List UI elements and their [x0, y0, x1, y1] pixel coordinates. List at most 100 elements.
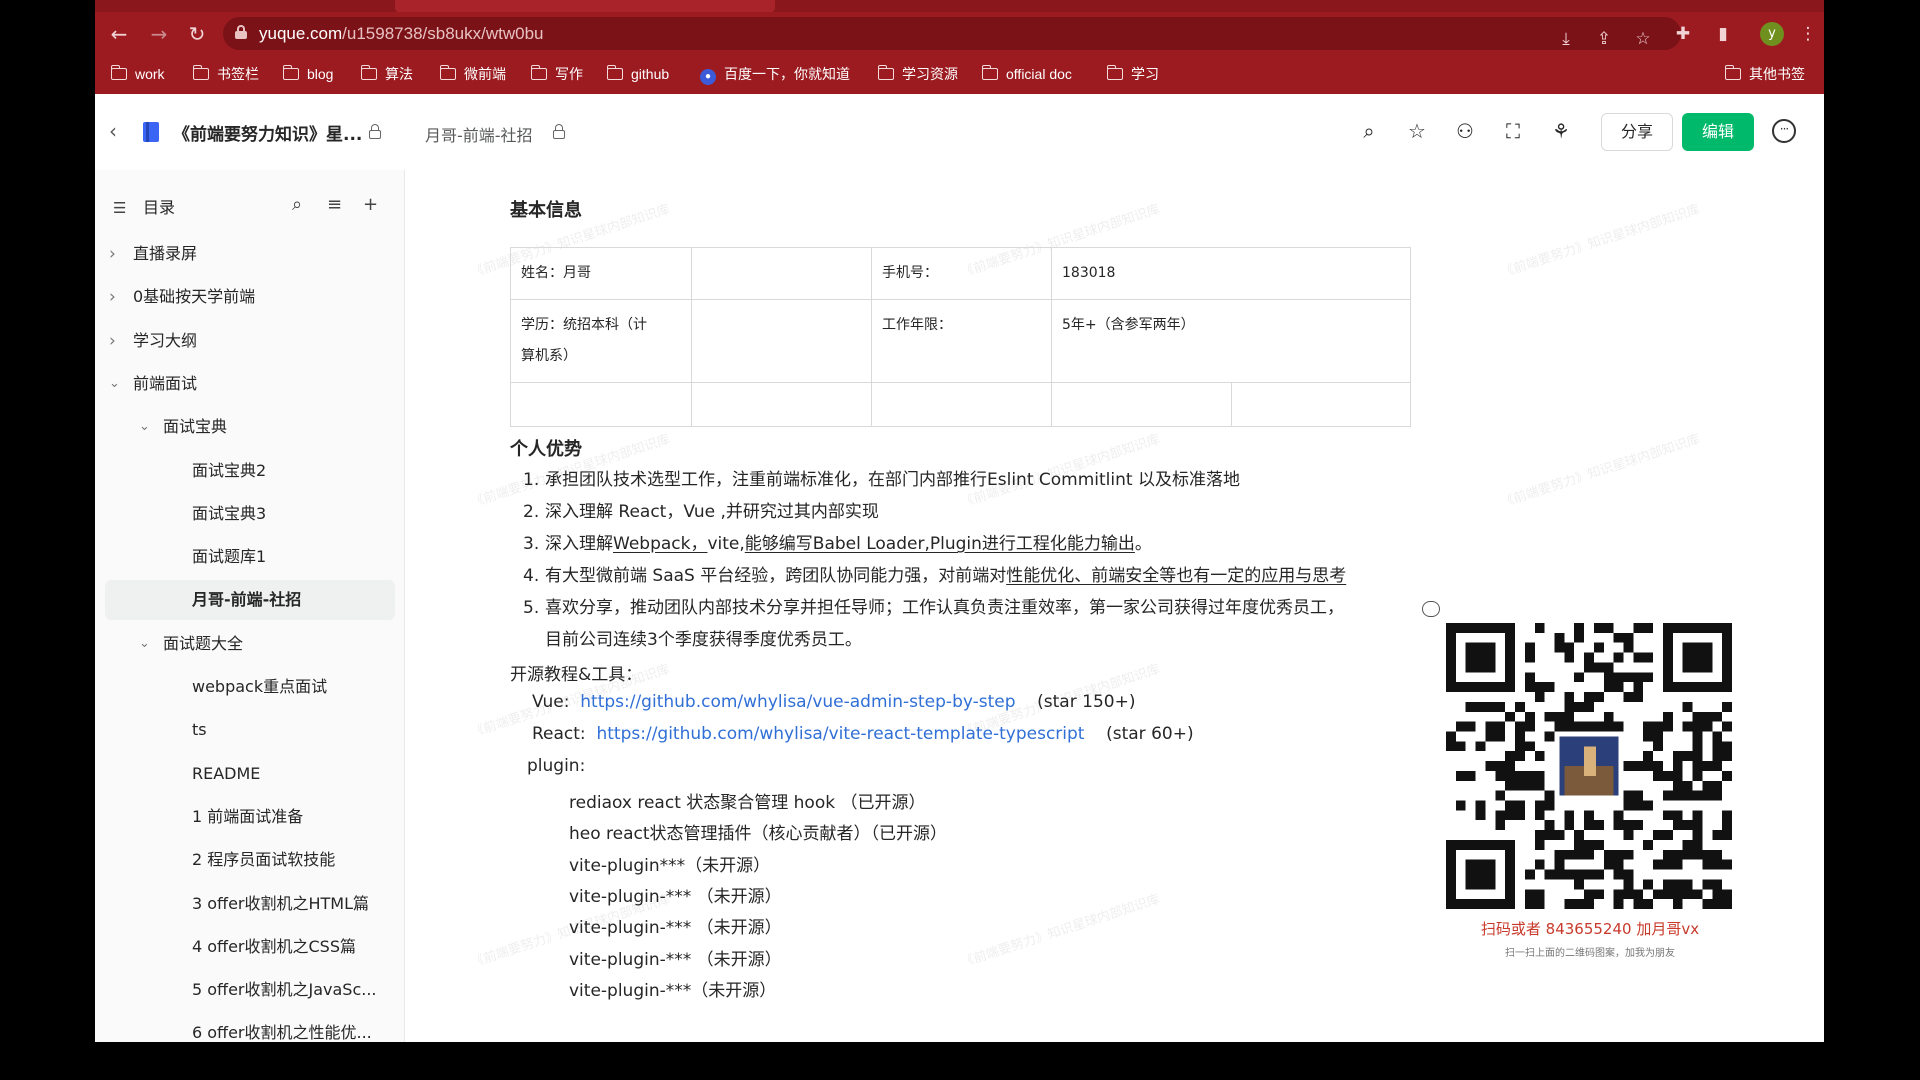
- toc-item[interactable]: ⌄ 面试题大全: [105, 624, 395, 664]
- comment-icon[interactable]: [1422, 601, 1440, 617]
- baidu-paw-icon: ●: [700, 69, 716, 85]
- plugin-item: heo react状态管理插件（核心贡献者）（已开源）: [569, 824, 948, 845]
- bookmark-resources[interactable]: 学习资源: [877, 64, 958, 84]
- chevron-down-icon[interactable]: ⌄: [109, 364, 120, 404]
- back-icon[interactable]: ←: [105, 20, 133, 48]
- toc-item[interactable]: webpack重点面试: [105, 667, 395, 707]
- bookmark-github[interactable]: github: [606, 64, 669, 84]
- toc-item-label: 面试题大全: [163, 633, 244, 653]
- react-repo-link[interactable]: https://github.com/whylisa/vite-react-te…: [596, 724, 1084, 744]
- toc-item[interactable]: ⌄ 面试宝典: [105, 407, 395, 447]
- extensions-icon[interactable]: ✚: [1670, 21, 1696, 47]
- share-page-icon[interactable]: ⇪: [1591, 26, 1617, 52]
- folder-icon: [1724, 65, 1741, 80]
- list-item-continuation: 目前公司连续3个季度获得季度优秀员工。: [545, 630, 862, 650]
- list-icon[interactable]: ≡: [327, 194, 342, 215]
- present-icon[interactable]: ⛶: [1500, 118, 1526, 144]
- toc-item[interactable]: 5 offer收割机之JavaSc...: [105, 970, 395, 1010]
- search-icon[interactable]: ⌕: [1356, 118, 1382, 144]
- bookmark-other[interactable]: 其他书签: [1724, 64, 1805, 84]
- bookmark-algo[interactable]: 算法: [360, 64, 413, 84]
- toc-item-label: 学习大纲: [133, 330, 198, 350]
- profile-avatar[interactable]: y: [1760, 22, 1784, 46]
- toc-item[interactable]: ts: [105, 710, 395, 750]
- bookmark-baidu[interactable]: ● 百度一下，你就知道: [700, 64, 850, 85]
- toc-item[interactable]: 2 程序员面试软技能: [105, 840, 395, 880]
- qr-code: [1446, 623, 1732, 909]
- chevron-right-icon[interactable]: ›: [109, 234, 116, 274]
- share-button[interactable]: 分享: [1601, 113, 1673, 151]
- list-item: 4. 有大型微前端 SaaS 平台经验，跨团队协同能力强，对前端对性能优化、前端安…: [523, 566, 1347, 586]
- toc-item[interactable]: › 直播录屏: [105, 234, 395, 274]
- table-cell: 手机号：: [871, 247, 1052, 300]
- menu-icon[interactable]: ⋮: [1795, 21, 1821, 47]
- toc-item-label: 面试题库1: [192, 547, 267, 567]
- toc-item[interactable]: › 学习大纲: [105, 321, 395, 361]
- bookmark-writing[interactable]: 写作: [530, 64, 583, 84]
- toc-header: ☰ 目录: [113, 198, 176, 217]
- toc-item[interactable]: 面试宝典3: [105, 494, 395, 534]
- folder-icon: [192, 65, 209, 80]
- folder-icon: [981, 65, 998, 80]
- tab-strip: [95, 0, 1824, 12]
- toc-item[interactable]: › 0基础按天学前端: [105, 277, 395, 317]
- watermark-text: 《前端要努力》知识星球内部知识库: [1499, 432, 1702, 511]
- chevron-right-icon[interactable]: ›: [109, 277, 116, 317]
- toc-item[interactable]: README: [105, 754, 395, 794]
- plugin-item: vite-plugin***（未开源）: [569, 855, 771, 876]
- toc-item-label: 6 offer收割机之性能优...: [192, 1023, 372, 1042]
- bookmark-work[interactable]: work: [110, 64, 165, 84]
- advantage-heading: 个人优势: [510, 439, 582, 460]
- vue-repo-link[interactable]: https://github.com/whylisa/vue-admin-ste…: [580, 692, 1015, 712]
- bookmark-star-icon[interactable]: ☆: [1630, 26, 1656, 52]
- folder-icon: [282, 65, 299, 80]
- chevron-left-icon[interactable]: ‹: [109, 119, 117, 143]
- side-panel-icon[interactable]: ▮: [1710, 21, 1736, 47]
- more-icon[interactable]: ···: [1772, 119, 1796, 143]
- toc-item[interactable]: ⌄ 前端面试: [105, 364, 395, 404]
- toc-item[interactable]: 3 offer收割机之HTML篇: [105, 884, 395, 924]
- chevron-right-icon[interactable]: ›: [109, 321, 116, 361]
- search-icon[interactable]: ⌕: [292, 194, 302, 215]
- toc-item[interactable]: 1 前端面试准备: [105, 797, 395, 837]
- bookmark-bar[interactable]: 书签栏: [192, 64, 259, 84]
- qr-subcaption: 扫一扫上面的二维码图案，加我为朋友: [1505, 948, 1675, 959]
- basic-info-table: 姓名：月哥 手机号： 183018 学历：统招本科（计 算机系） 工作年限： 5年…: [510, 247, 1411, 427]
- book-icon: [143, 122, 159, 142]
- bookmark-official-doc[interactable]: official doc: [981, 64, 1072, 84]
- toc-item-label: 面试宝典2: [192, 460, 267, 480]
- toc-item[interactable]: 月哥-前端-社招: [105, 580, 395, 621]
- toc-item[interactable]: 6 offer收割机之性能优...: [105, 1013, 395, 1042]
- forward-icon[interactable]: →: [145, 20, 173, 48]
- toc-icon: ☰: [113, 199, 127, 217]
- folder-icon: [530, 65, 547, 80]
- oss-heading: 开源教程&工具：: [510, 665, 643, 685]
- chevron-down-icon[interactable]: ⌄: [139, 624, 150, 664]
- bookmark-study[interactable]: 学习: [1106, 64, 1159, 84]
- table-cell: [691, 247, 872, 300]
- add-user-icon[interactable]: ⚇: [1452, 118, 1478, 144]
- address-bar[interactable]: yuque.com/u1598738/sb8ukx/wtw0bu ⤓ ⇪ ☆: [223, 17, 1681, 50]
- toc-item[interactable]: 面试题库1: [105, 537, 395, 577]
- folder-icon: [1106, 65, 1123, 80]
- star-icon[interactable]: ☆: [1404, 118, 1430, 144]
- add-icon[interactable]: +: [363, 194, 378, 215]
- bookmark-blog[interactable]: blog: [282, 64, 333, 84]
- toc-item[interactable]: 4 offer收割机之CSS篇: [105, 927, 395, 967]
- install-icon[interactable]: ⤓: [1553, 26, 1579, 52]
- watermark-text: 《前端要努力》知识星球内部知识库: [959, 892, 1162, 971]
- plugin-item: vite-plugin-*** （未开源）: [569, 918, 782, 939]
- toc-item[interactable]: 面试宝典2: [105, 451, 395, 491]
- chevron-down-icon[interactable]: ⌄: [139, 407, 150, 447]
- react-line: React: https://github.com/whylisa/vite-r…: [532, 724, 1194, 744]
- bookmark-microfe[interactable]: 微前端: [439, 64, 506, 84]
- reload-icon[interactable]: ↻: [183, 20, 211, 48]
- book-title[interactable]: 《前端要努力知识》星...: [173, 120, 362, 145]
- table-cell: 5年+（含参军两年）: [1051, 299, 1411, 383]
- table-cell: [691, 299, 872, 383]
- active-tab[interactable]: [395, 0, 775, 12]
- edit-button[interactable]: 编辑: [1682, 113, 1754, 151]
- folder-icon: [877, 65, 894, 80]
- browser-chrome: ← → ↻ yuque.com/u1598738/sb8ukx/wtw0bu ⤓…: [95, 0, 1824, 94]
- graph-icon[interactable]: ⚘: [1548, 118, 1574, 144]
